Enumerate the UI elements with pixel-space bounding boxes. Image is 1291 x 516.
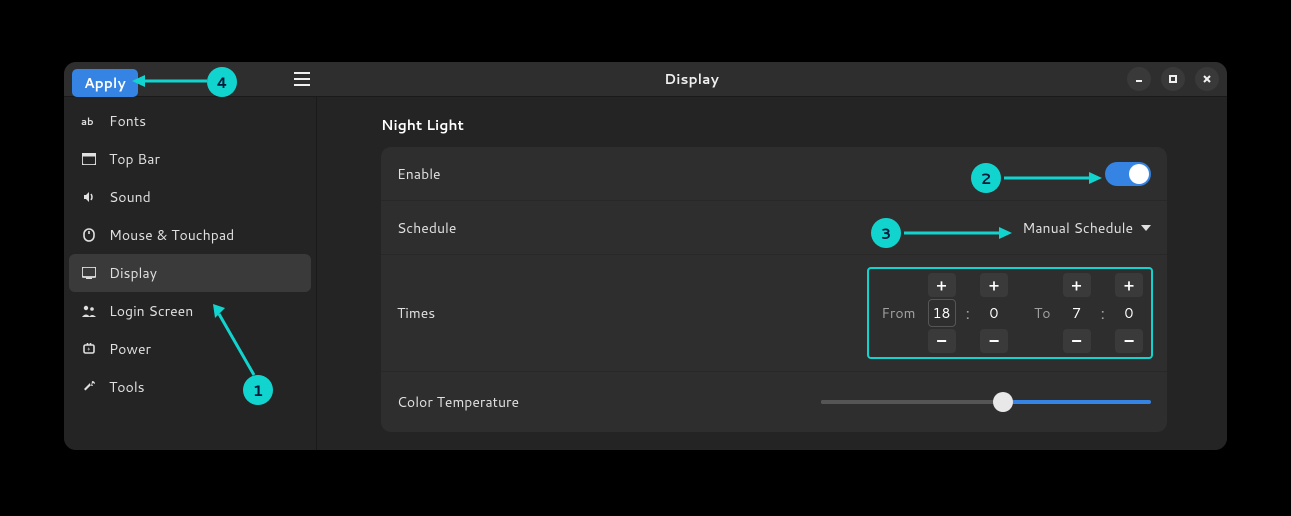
sidebar-item-mouse[interactable]: Mouse & Touchpad bbox=[69, 216, 311, 254]
from-min-plus[interactable]: + bbox=[980, 273, 1008, 297]
topbar-icon bbox=[81, 153, 97, 165]
night-light-panel: Enable Schedule Manual Schedule bbox=[381, 147, 1167, 432]
fonts-icon: ab bbox=[81, 114, 97, 128]
schedule-selected: Manual Schedule bbox=[1022, 218, 1133, 238]
sidebar-item-tools[interactable]: Tools bbox=[69, 368, 311, 406]
sidebar-item-label: Mouse & Touchpad bbox=[109, 225, 234, 245]
to-hour-value[interactable]: 7 bbox=[1063, 299, 1091, 327]
to-min-plus[interactable]: + bbox=[1115, 273, 1143, 297]
color-temp-label: Color Temperature bbox=[397, 392, 519, 412]
colon: : bbox=[966, 302, 970, 325]
from-label: From bbox=[881, 303, 915, 323]
to-hour-spinner: + 7 − bbox=[1063, 273, 1091, 353]
times-label: Times bbox=[397, 303, 435, 323]
minimize-button[interactable] bbox=[1127, 67, 1151, 91]
maximize-button[interactable] bbox=[1161, 67, 1185, 91]
to-min-value[interactable]: 0 bbox=[1115, 299, 1143, 327]
sidebar-item-fonts[interactable]: ab Fonts bbox=[69, 102, 311, 140]
close-button[interactable] bbox=[1195, 67, 1219, 91]
sidebar-item-label: Sound bbox=[109, 187, 151, 207]
schedule-dropdown[interactable]: Manual Schedule bbox=[1022, 218, 1151, 238]
login-icon bbox=[81, 305, 97, 317]
from-hour-minus[interactable]: − bbox=[928, 329, 956, 353]
arrow-2 bbox=[1004, 170, 1104, 186]
sidebar-item-label: Display bbox=[109, 263, 157, 283]
sound-icon bbox=[81, 190, 97, 204]
sidebar-item-label: Top Bar bbox=[109, 149, 160, 169]
color-temp-slider[interactable] bbox=[821, 400, 1151, 404]
to-hour-minus[interactable]: − bbox=[1063, 329, 1091, 353]
schedule-label: Schedule bbox=[397, 218, 456, 238]
callout-4: 4 bbox=[207, 67, 237, 97]
from-min-minus[interactable]: − bbox=[980, 329, 1008, 353]
sidebar-item-sound[interactable]: Sound bbox=[69, 178, 311, 216]
apply-button[interactable]: Apply bbox=[72, 69, 138, 97]
enable-label: Enable bbox=[397, 164, 441, 184]
settings-window: Display ab Fonts Top Bar bbox=[64, 62, 1227, 450]
from-min-value[interactable]: 0 bbox=[980, 299, 1008, 327]
slider-thumb[interactable] bbox=[993, 392, 1013, 412]
slider-track bbox=[821, 400, 1003, 404]
from-min-spinner: + 0 − bbox=[980, 273, 1008, 353]
sidebar: ab Fonts Top Bar Sound Mouse & Touchpad … bbox=[64, 97, 317, 450]
callout-3: 3 bbox=[871, 218, 901, 248]
arrow-3 bbox=[904, 225, 1014, 241]
schedule-row: Schedule Manual Schedule bbox=[381, 201, 1167, 255]
arrow-4 bbox=[130, 73, 210, 89]
to-hour-plus[interactable]: + bbox=[1063, 273, 1091, 297]
times-controls: From + 18 − : + 0 − To bbox=[867, 267, 1153, 359]
to-min-spinner: + 0 − bbox=[1115, 273, 1143, 353]
sidebar-item-label: Fonts bbox=[109, 111, 146, 131]
toggle-knob bbox=[1129, 164, 1149, 184]
sidebar-item-label: Power bbox=[109, 339, 151, 359]
sidebar-item-label: Login Screen bbox=[109, 301, 193, 321]
from-hour-spinner: + 18 − bbox=[928, 273, 956, 353]
power-icon bbox=[81, 342, 97, 356]
callout-2: 2 bbox=[971, 163, 1001, 193]
tools-icon bbox=[81, 380, 97, 394]
sidebar-item-display[interactable]: Display bbox=[69, 254, 311, 292]
colon: : bbox=[1101, 302, 1105, 325]
content-area: Night Light Enable Schedule Manual Sched… bbox=[317, 97, 1227, 450]
section-title: Night Light bbox=[381, 115, 1167, 135]
mouse-icon bbox=[81, 228, 97, 242]
window-title: Display bbox=[256, 69, 1127, 89]
enable-toggle[interactable] bbox=[1105, 162, 1151, 186]
sidebar-item-label: Tools bbox=[109, 377, 145, 397]
svg-text:ab: ab bbox=[81, 115, 94, 128]
sidebar-item-topbar[interactable]: Top Bar bbox=[69, 140, 311, 178]
to-label: To bbox=[1034, 303, 1051, 323]
display-icon bbox=[81, 267, 97, 279]
sidebar-item-login[interactable]: Login Screen bbox=[69, 292, 311, 330]
color-temp-row: Color Temperature bbox=[381, 372, 1167, 432]
titlebar: Display bbox=[64, 62, 1227, 97]
from-hour-value[interactable]: 18 bbox=[928, 299, 956, 327]
sidebar-item-power[interactable]: Power bbox=[69, 330, 311, 368]
to-min-minus[interactable]: − bbox=[1115, 329, 1143, 353]
arrow-1 bbox=[209, 300, 259, 380]
chevron-down-icon bbox=[1141, 225, 1151, 231]
from-hour-plus[interactable]: + bbox=[928, 273, 956, 297]
times-row: Times From + 18 − : + 0 − bbox=[381, 255, 1167, 372]
